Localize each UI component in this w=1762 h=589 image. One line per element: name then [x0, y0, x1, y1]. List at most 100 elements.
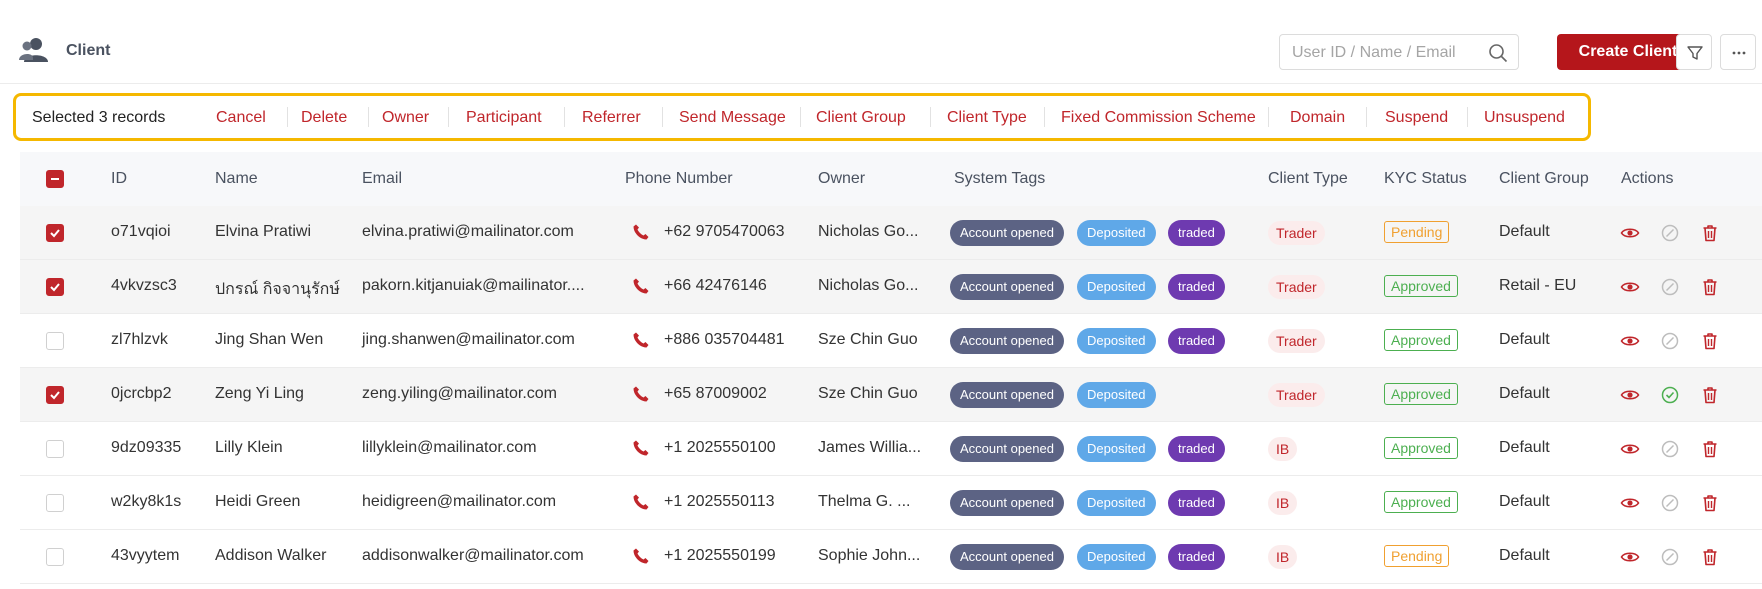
check-circle-icon[interactable]	[1660, 547, 1680, 567]
eye-icon[interactable]	[1620, 331, 1640, 351]
cell-client-group: Default	[1499, 547, 1550, 564]
cell-name[interactable]: Zeng Yi Ling	[215, 385, 304, 403]
tag-traded: traded	[1168, 220, 1225, 246]
more-button[interactable]	[1720, 34, 1756, 70]
bulk-action-bar: Selected 3 records Cancel Delete Owner P…	[13, 93, 1591, 141]
column-header-client-group[interactable]: Client Group	[1499, 170, 1589, 188]
bulk-client-type-button[interactable]: Client Type	[947, 109, 1027, 127]
phone-icon[interactable]	[632, 547, 650, 565]
trash-icon[interactable]	[1700, 277, 1720, 297]
bulk-suspend-button[interactable]: Suspend	[1385, 109, 1448, 127]
bulk-unsuspend-button[interactable]: Unsuspend	[1484, 109, 1565, 127]
phone-icon[interactable]	[632, 385, 650, 403]
column-header-name[interactable]: Name	[215, 170, 258, 188]
cell-client-group: Default	[1499, 439, 1550, 456]
kyc-status-badge: Approved	[1384, 275, 1458, 297]
search-box[interactable]	[1279, 34, 1519, 70]
check-circle-icon[interactable]	[1660, 223, 1680, 243]
cell-id[interactable]: 0jcrcbp2	[111, 385, 171, 403]
eye-icon[interactable]	[1620, 439, 1640, 459]
table-row[interactable]: o71vqioi Elvina Pratiwi elvina.pratiwi@mai…	[20, 206, 1762, 260]
bulk-fixed-commission-scheme-button[interactable]: Fixed Commission Scheme	[1061, 109, 1256, 127]
trash-icon[interactable]	[1700, 223, 1720, 243]
search-input[interactable]	[1292, 43, 1492, 63]
column-header-owner[interactable]: Owner	[818, 170, 865, 188]
bulk-domain-button[interactable]: Domain	[1290, 109, 1345, 127]
trash-icon[interactable]	[1700, 547, 1720, 567]
cell-name[interactable]: Lilly Klein	[215, 439, 283, 457]
cell-name[interactable]: Jing Shan Wen	[215, 331, 323, 349]
cell-email: heidigreen@mailinator.com	[362, 493, 557, 510]
check-circle-icon[interactable]	[1660, 277, 1680, 297]
tag-deposited: Deposited	[1077, 274, 1156, 300]
cell-id[interactable]: o71vqioi	[111, 223, 171, 241]
cell-id[interactable]: zl7hlzvk	[111, 331, 168, 349]
row-checkbox[interactable]	[46, 386, 64, 404]
table-row[interactable]: 4vkvzsc3 ปกรณ์ กิจจานุรักษ์ pakorn.kitjanu…	[20, 260, 1762, 314]
cell-name[interactable]: Heidi Green	[215, 493, 300, 511]
bulk-participant-button[interactable]: Participant	[466, 109, 542, 127]
cell-name[interactable]: Elvina Pratiwi	[215, 223, 311, 241]
tag-deposited: Deposited	[1077, 436, 1156, 462]
table-row[interactable]: w2ky8k1s Heidi Green heidigreen@mailinator…	[20, 476, 1762, 530]
column-header-client-type[interactable]: Client Type	[1268, 170, 1348, 188]
phone-icon[interactable]	[632, 331, 650, 349]
cell-id[interactable]: w2ky8k1s	[111, 493, 181, 511]
column-header-kyc-status[interactable]: KYC Status	[1384, 170, 1467, 188]
column-header-phone[interactable]: Phone Number	[625, 170, 733, 188]
cell-name[interactable]: ปกรณ์ กิจจานุรักษ์	[215, 277, 340, 302]
eye-icon[interactable]	[1620, 385, 1640, 405]
table-row[interactable]: 43vyytem Addison Walker addisonwalker@mail…	[20, 530, 1762, 584]
check-circle-icon[interactable]	[1660, 493, 1680, 513]
tag-account-opened: Account opened	[950, 274, 1064, 300]
trash-icon[interactable]	[1700, 493, 1720, 513]
table-row[interactable]: zl7hlzvk Jing Shan Wen jing.shanwen@mailin…	[20, 314, 1762, 368]
bulk-send-message-button[interactable]: Send Message	[679, 109, 786, 127]
cell-owner: James Willia...	[818, 439, 922, 456]
row-checkbox[interactable]	[46, 224, 64, 242]
cell-email: pakorn.kitjanuiak@mailinator....	[362, 277, 585, 294]
trash-icon[interactable]	[1700, 331, 1720, 351]
cell-client-group: Default	[1499, 331, 1550, 348]
check-circle-icon[interactable]	[1660, 331, 1680, 351]
cell-owner: Thelma G. ...	[818, 493, 911, 510]
cell-email: lillyklein@mailinator.com	[362, 439, 537, 456]
eye-icon[interactable]	[1620, 277, 1640, 297]
cell-name[interactable]: Addison Walker	[215, 547, 326, 565]
check-circle-icon[interactable]	[1660, 385, 1680, 405]
table-row[interactable]: 0jcrcbp2 Zeng Yi Ling zeng.yiling@mailinat…	[20, 368, 1762, 422]
cell-id[interactable]: 9dz09335	[111, 439, 181, 457]
row-checkbox[interactable]	[46, 548, 64, 566]
row-checkbox[interactable]	[46, 440, 64, 458]
divider	[1268, 107, 1269, 127]
phone-icon[interactable]	[632, 277, 650, 295]
bulk-referrer-button[interactable]: Referrer	[582, 109, 641, 127]
phone-icon[interactable]	[632, 439, 650, 457]
cell-client-group: Default	[1499, 493, 1550, 510]
cell-id[interactable]: 4vkvzsc3	[111, 277, 177, 295]
trash-icon[interactable]	[1700, 439, 1720, 459]
column-header-email[interactable]: Email	[362, 170, 402, 188]
bulk-client-group-button[interactable]: Client Group	[816, 109, 906, 127]
bulk-cancel-button[interactable]: Cancel	[216, 109, 266, 127]
eye-icon[interactable]	[1620, 223, 1640, 243]
row-checkbox[interactable]	[46, 494, 64, 512]
search-icon[interactable]	[1488, 43, 1508, 63]
bulk-owner-button[interactable]: Owner	[382, 109, 429, 127]
trash-icon[interactable]	[1700, 385, 1720, 405]
eye-icon[interactable]	[1620, 493, 1640, 513]
select-all-checkbox[interactable]	[46, 170, 64, 188]
phone-icon[interactable]	[632, 493, 650, 511]
column-header-id[interactable]: ID	[111, 170, 127, 188]
filter-button[interactable]	[1676, 34, 1712, 70]
tag-traded: traded	[1168, 544, 1225, 570]
bulk-delete-button[interactable]: Delete	[301, 109, 347, 127]
row-checkbox[interactable]	[46, 332, 64, 350]
cell-id[interactable]: 43vyytem	[111, 547, 179, 565]
phone-icon[interactable]	[632, 223, 650, 241]
check-circle-icon[interactable]	[1660, 439, 1680, 459]
column-header-system-tags[interactable]: System Tags	[954, 170, 1045, 188]
row-checkbox[interactable]	[46, 278, 64, 296]
eye-icon[interactable]	[1620, 547, 1640, 567]
table-row[interactable]: 9dz09335 Lilly Klein lillyklein@mailinator…	[20, 422, 1762, 476]
